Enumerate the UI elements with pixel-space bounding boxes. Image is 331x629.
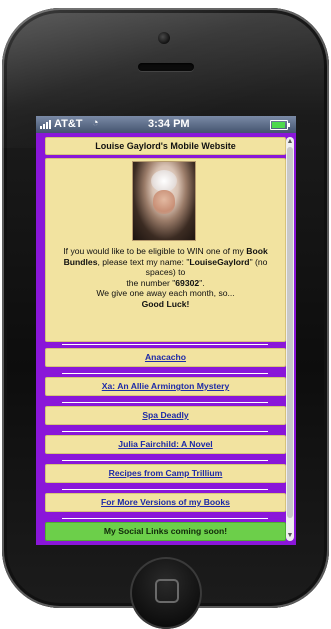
page-content: Louise Gaylord's Mobile Website If you w… bbox=[36, 133, 296, 545]
scroll-down-arrow-icon[interactable]: ▼ bbox=[286, 531, 294, 541]
book-link-label[interactable]: Xa: An Allie Armington Mystery bbox=[102, 381, 230, 391]
divider bbox=[62, 460, 268, 461]
scroll-up-arrow-icon[interactable]: ▲ bbox=[286, 137, 294, 147]
clock-time: 3:34 PM bbox=[148, 118, 190, 130]
book-link-spa-deadly[interactable]: Spa Deadly bbox=[45, 406, 286, 425]
battery-icon bbox=[270, 120, 290, 130]
contest-text-part: ". bbox=[199, 277, 205, 288]
camera-icon bbox=[158, 32, 170, 44]
phone-screen: AT&T ◔ 3:34 PM Louise Gaylord's Mobile W… bbox=[36, 116, 296, 545]
divider bbox=[62, 431, 268, 432]
divider bbox=[62, 402, 268, 403]
social-links-notice: My Social Links coming soon! bbox=[45, 522, 286, 541]
book-link-more-versions[interactable]: For More Versions of my Books bbox=[45, 493, 286, 512]
text-number: 69302 bbox=[175, 277, 200, 288]
signal-icon bbox=[40, 120, 53, 129]
speaker-grille bbox=[138, 63, 194, 71]
wifi-icon: ◔ bbox=[92, 117, 99, 129]
page-title: Louise Gaylord's Mobile Website bbox=[45, 137, 286, 155]
carrier-name: AT&T bbox=[54, 118, 83, 130]
contest-text-part: If you would like to be eligible to WIN … bbox=[63, 246, 247, 256]
contest-text: If you would like to be eligible to WIN … bbox=[52, 246, 279, 309]
divider bbox=[62, 373, 268, 374]
status-bar: AT&T ◔ 3:34 PM bbox=[36, 116, 296, 133]
book-link-label[interactable]: Spa Deadly bbox=[142, 410, 188, 420]
book-link-xa[interactable]: Xa: An Allie Armington Mystery bbox=[45, 377, 286, 396]
scroll-thumb[interactable] bbox=[287, 147, 293, 518]
intro-panel: If you would like to be eligible to WIN … bbox=[45, 158, 286, 342]
book-link-label[interactable]: Anacacho bbox=[145, 352, 186, 362]
author-photo bbox=[132, 161, 196, 241]
book-link-recipes[interactable]: Recipes from Camp Trillium bbox=[45, 464, 286, 483]
divider bbox=[62, 344, 268, 345]
divider bbox=[62, 518, 268, 519]
book-link-label[interactable]: Recipes from Camp Trillium bbox=[109, 468, 223, 478]
book-link-label[interactable]: For More Versions of my Books bbox=[101, 497, 230, 507]
contest-text-part: We give one away each month, so... bbox=[96, 288, 235, 298]
divider bbox=[62, 489, 268, 490]
contest-text-part: , please text my name: " bbox=[97, 256, 190, 267]
home-button[interactable] bbox=[130, 557, 202, 629]
good-luck-text: Good Luck! bbox=[141, 298, 190, 309]
book-link-label[interactable]: Julia Fairchild: A Novel bbox=[118, 439, 212, 449]
text-name: LouiseGaylord bbox=[189, 256, 250, 267]
contest-text-part: the number " bbox=[126, 277, 176, 288]
book-link-anacacho[interactable]: Anacacho bbox=[45, 348, 286, 367]
book-link-julia-fairchild[interactable]: Julia Fairchild: A Novel bbox=[45, 435, 286, 454]
scrollbar[interactable]: ▲ ▼ bbox=[286, 137, 294, 541]
